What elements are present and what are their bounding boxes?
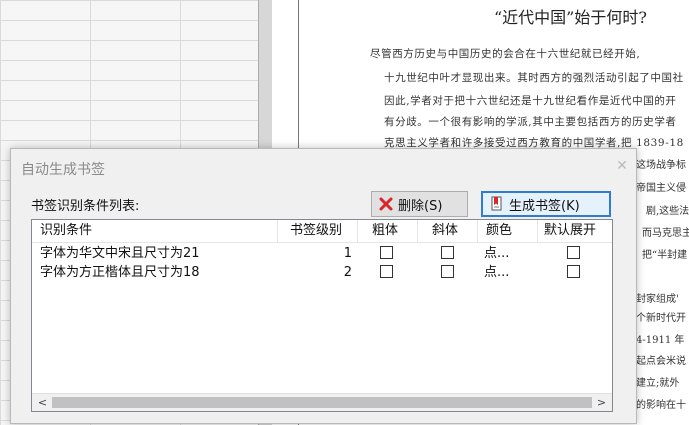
table-row[interactable]: 字体为方正楷体且尺寸为18 2 点... xyxy=(32,263,612,282)
level-cell: 2 xyxy=(343,265,352,280)
list-header: 识别条件 书签级别 粗体 斜体 颜色 默认展开 xyxy=(32,220,612,243)
dialog-title: 自动生成书签 xyxy=(21,162,105,178)
delete-button-label: 删除(S) xyxy=(398,198,443,214)
italic-checkbox[interactable] xyxy=(441,265,454,278)
column-header-bold[interactable]: 粗体 xyxy=(358,220,418,242)
column-header-expand[interactable]: 默认展开 xyxy=(538,220,612,242)
document-line: 尽管西方历史与中国历史的会合在十六世纪就已经开始, xyxy=(370,48,641,60)
horizontal-scrollbar[interactable]: < > xyxy=(32,393,612,411)
condition-cell: 字体为方正楷体且尺寸为18 xyxy=(40,265,200,280)
column-header-level[interactable]: 书签级别 xyxy=(278,220,358,242)
document-fragment: 而马克思主 xyxy=(642,228,689,239)
document-fragment: 帝国主义侵 xyxy=(636,183,686,194)
column-header-condition[interactable]: 识别条件 xyxy=(32,220,278,242)
generate-button-label: 生成书签(K) xyxy=(509,198,580,214)
condition-list-label: 书签识别条件列表: xyxy=(31,199,140,214)
column-header-color[interactable]: 颜色 xyxy=(478,220,538,242)
document-line: 有分歧。一个很有影响的学派,其中主要包括西方的历史学者 xyxy=(384,116,677,128)
scroll-right-icon[interactable]: > xyxy=(593,394,610,411)
document-fragment: 4-1911 年 xyxy=(636,335,685,346)
generate-bookmarks-button[interactable]: 生成书签(K) xyxy=(481,191,611,217)
condition-cell: 字体为华文中宋且尺寸为21 xyxy=(40,246,200,261)
document-line: 十九世纪中叶才显现出来。其时西方的强烈活动引起了中国社 xyxy=(384,72,684,84)
delete-x-icon xyxy=(378,196,394,212)
table-row[interactable]: 字体为华文中宋且尺寸为21 1 点... xyxy=(32,244,612,263)
document-fragment: 个新时代开 xyxy=(636,313,686,324)
document-fragment: 这场战争标 xyxy=(636,160,686,171)
scrollbar-thumb[interactable] xyxy=(52,397,592,408)
expand-checkbox[interactable] xyxy=(567,246,580,259)
bookmark-icon xyxy=(489,196,505,212)
level-cell: 1 xyxy=(343,246,352,261)
document-fragment: 的影响在十 xyxy=(636,400,686,411)
column-header-italic[interactable]: 斜体 xyxy=(418,220,478,242)
document-line: 因此,学者对于把十六世纪还是十九世纪看作是近代中国的开 xyxy=(384,95,677,107)
color-picker-cell[interactable]: 点... xyxy=(484,244,534,263)
bold-checkbox[interactable] xyxy=(380,265,393,278)
scroll-left-icon[interactable]: < xyxy=(34,394,51,411)
document-title: “近代中国”始于何时? xyxy=(494,8,647,27)
document-fragment: 剧,这些法 xyxy=(646,206,689,217)
document-fragment: 建立;就外 xyxy=(636,378,680,389)
document-fragment: 把“半封建 xyxy=(642,250,688,261)
expand-checkbox[interactable] xyxy=(567,265,580,278)
document-fragment: 起点会米说 xyxy=(636,356,686,367)
close-icon[interactable]: ✕ xyxy=(610,155,634,177)
delete-button[interactable]: 删除(S) xyxy=(371,191,468,217)
document-fragment: 封家组成' xyxy=(636,294,679,305)
auto-bookmark-dialog: 自动生成书签 ✕ 书签识别条件列表: 删除(S) 生成书签(K) 识别条件 书签… xyxy=(10,148,637,424)
italic-checkbox[interactable] xyxy=(441,246,454,259)
bold-checkbox[interactable] xyxy=(380,246,393,259)
condition-list[interactable]: 识别条件 书签级别 粗体 斜体 颜色 默认展开 字体为华文中宋且尺寸为21 1 … xyxy=(31,219,613,412)
color-picker-cell[interactable]: 点... xyxy=(484,263,534,282)
